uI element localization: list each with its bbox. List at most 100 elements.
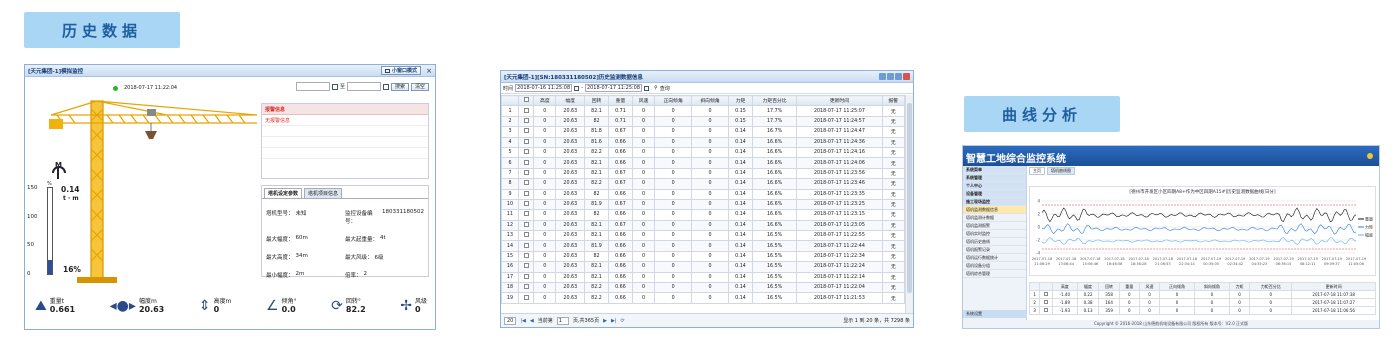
vertical-scrollbar[interactable] <box>905 95 913 313</box>
row-checkbox-cell[interactable] <box>517 188 535 200</box>
table-row[interactable]: 19 0 20.63 82.2 0.66 0 0 0 0.14 16.5% 2018-07-17 1… <box>501 292 905 304</box>
table-row[interactable]: 15 0 20.63 82 0.66 0 0 0 0.14 16.5% 2018-07-17 11:… <box>501 250 905 263</box>
mini-column-header[interactable]: 重量 <box>1118 282 1140 291</box>
table-row[interactable]: 14 0 20.63 81.9 0.66 0 0 0 0.14 16.5% 2018-07-17 1… <box>501 240 905 252</box>
row-checkbox-cell[interactable] <box>517 292 535 304</box>
row-checkbox-cell[interactable] <box>517 167 535 180</box>
search-button[interactable]: 搜索 <box>390 82 409 91</box>
sidebar-item[interactable]: 施工现场监控 <box>963 198 1026 206</box>
row-checkbox[interactable] <box>523 211 529 217</box>
table-row[interactable]: 6 0 20.63 82.1 0.66 0 0 0 0.14 16.6% 2018-07-17 11… <box>501 157 905 169</box>
table-row[interactable]: 12 0 20.63 82.1 0.67 0 0 0 0.14 16.6% 2018-07-17 1… <box>501 219 905 232</box>
row-checkbox-cell[interactable] <box>517 136 535 148</box>
row-checkbox[interactable] <box>523 128 529 134</box>
column-header[interactable]: 回转 <box>584 95 609 107</box>
refresh-icon[interactable]: ⟳ <box>621 318 625 324</box>
column-header[interactable]: 幅度 <box>555 95 586 107</box>
column-header[interactable] <box>501 95 519 107</box>
column-header[interactable] <box>517 95 535 107</box>
search-icon[interactable]: ⚲ <box>654 85 658 91</box>
sidebar-item[interactable]: 塔机历史曲线 <box>963 238 1026 246</box>
mini-column-header[interactable]: 力矩 <box>1228 282 1251 291</box>
row-checkbox[interactable] <box>523 273 529 279</box>
mini-column-header[interactable]: 幅度 <box>1076 282 1100 291</box>
row-checkbox-cell[interactable] <box>517 146 535 159</box>
table-row[interactable]: 18 0 20.63 82.2 0.66 0 0 0 0.14 16.5% 2018-07-17 1… <box>501 282 905 294</box>
sidebar-settings[interactable]: 系统设置 <box>963 310 1027 318</box>
scrollbar-thumb[interactable] <box>907 103 912 293</box>
row-checkbox[interactable] <box>523 180 529 186</box>
sidebar-item[interactable]: 系统管理 <box>963 174 1026 182</box>
row-checkbox-cell[interactable] <box>517 240 535 252</box>
maximize-icon[interactable] <box>887 73 894 80</box>
tab-home[interactable]: 主页 <box>1029 167 1045 175</box>
table-row[interactable]: 9 0 20.63 82 0.66 0 0 0 0.14 16.6% 2018-07-17 11:2… <box>501 188 905 200</box>
calendar-icon[interactable] <box>382 83 389 90</box>
table-row[interactable]: 8 0 20.63 82.2 0.67 0 0 0 0.14 16.6% 2018-07-17 11… <box>501 178 905 190</box>
sidebar-item[interactable]: 塔机监测计数据 <box>963 214 1026 222</box>
column-header[interactable]: 更新时间 <box>796 95 883 107</box>
row-checkbox[interactable] <box>523 169 529 175</box>
mini-checkbox-cell[interactable] <box>1039 290 1054 299</box>
row-checkbox-cell[interactable] <box>517 230 535 242</box>
row-checkbox[interactable] <box>523 201 529 207</box>
mini-table-row[interactable]: 2 -1.89 0.38 164 0 0 0 0 0 0 2017-07-18 11:07:27 <box>1029 298 1376 307</box>
mini-column-header[interactable]: 力矩百分比 <box>1249 282 1293 291</box>
mini-column-header[interactable]: 高度 <box>1052 282 1078 291</box>
row-checkbox-cell[interactable] <box>517 157 535 169</box>
column-header[interactable]: 风速 <box>631 95 656 107</box>
row-checkbox[interactable] <box>1044 308 1049 312</box>
start-date-field[interactable]: 2018-07-16 11:25:08 <box>515 84 573 92</box>
table-row[interactable]: 1 0 20.63 82.1 0.71 0 0 0 0.15 17.7% 2018-07-17 11… <box>501 105 905 117</box>
minimize-icon[interactable] <box>879 73 886 80</box>
column-header[interactable]: 报警 <box>881 95 905 107</box>
table-row[interactable]: 10 0 20.63 81.9 0.67 0 0 0 0.14 16.6% 2018-07-17 1… <box>501 198 905 211</box>
sidebar-item[interactable]: 塔机监测报警 <box>963 222 1026 230</box>
end-date-input[interactable] <box>346 82 381 91</box>
mini-column-header[interactable] <box>1039 282 1054 291</box>
table-row[interactable]: 17 0 20.63 82.1 0.66 0 0 0 0.14 16.5% 2018-07-17 1… <box>501 271 905 284</box>
row-checkbox[interactable] <box>523 190 529 196</box>
row-checkbox[interactable] <box>523 117 529 123</box>
row-checkbox-cell[interactable] <box>517 261 535 273</box>
tab-crane-curve[interactable]: 塔机曲线图 <box>1047 167 1075 175</box>
sidebar-item[interactable]: 系统菜单 <box>963 166 1026 174</box>
calendar-icon[interactable] <box>574 85 580 91</box>
sidebar-item[interactable]: 塔机设备分组 <box>963 262 1026 270</box>
query-button[interactable]: 查询 <box>660 85 670 92</box>
table-row[interactable]: 4 0 20.63 81.6 0.66 0 0 0 0.14 16.6% 2018-07-17 11… <box>501 136 905 148</box>
row-checkbox[interactable] <box>523 107 529 113</box>
close-icon[interactable] <box>903 73 910 80</box>
row-checkbox-cell[interactable] <box>517 271 535 284</box>
mini-column-header[interactable]: 回转 <box>1098 282 1120 291</box>
restore-icon[interactable] <box>895 73 902 80</box>
last-page-icon[interactable]: ▶| <box>611 318 617 324</box>
sidebar-item[interactable]: 塔机监测数据信息 <box>963 206 1026 214</box>
start-date-input[interactable] <box>295 82 330 91</box>
table-row[interactable]: 2 0 20.63 82 0.71 0 0 0 0.15 17.7% 2018-07-17 11:2… <box>501 115 905 128</box>
column-header[interactable]: 力矩百分比 <box>751 95 798 107</box>
table-row[interactable]: 16 0 20.63 82.1 0.66 0 0 0 0.14 16.5% 2018-07-17 1… <box>501 261 905 273</box>
row-checkbox[interactable] <box>523 232 529 238</box>
mini-column-header[interactable]: 正向倾角 <box>1159 282 1195 291</box>
row-checkbox-cell[interactable] <box>517 126 535 138</box>
clear-button[interactable]: 清空 <box>410 82 429 91</box>
sidebar-item[interactable]: 设备管理 <box>963 190 1026 198</box>
row-checkbox[interactable] <box>523 263 529 269</box>
sidebar-item[interactable]: 塔机实时监控 <box>963 230 1026 238</box>
column-header[interactable]: 重量 <box>607 95 633 107</box>
mini-column-header[interactable]: 风速 <box>1138 282 1161 291</box>
mini-column-header[interactable]: 更新时间 <box>1291 282 1376 291</box>
row-checkbox-cell[interactable] <box>517 178 535 190</box>
column-header[interactable]: 高度 <box>533 95 557 107</box>
sidebar-item[interactable]: 塔机综合管理 <box>963 270 1026 278</box>
first-page-icon[interactable]: |◀ <box>520 318 526 324</box>
sidebar-item[interactable]: 塔机运行数据统计 <box>963 254 1026 262</box>
row-checkbox-cell[interactable] <box>517 115 535 128</box>
mini-checkbox-cell[interactable] <box>1039 298 1054 307</box>
table-row[interactable]: 11 0 20.63 82 0.66 0 0 0 0.14 16.6% 2018-07-17 11:… <box>501 209 905 221</box>
row-checkbox-cell[interactable] <box>517 282 535 294</box>
mini-table-row[interactable]: 3 -1.93 0.13 359 0 0 0 0 0 0 2017-07-18 11:06:56 <box>1029 306 1376 315</box>
calendar-icon[interactable] <box>644 85 650 91</box>
row-checkbox[interactable] <box>523 253 529 259</box>
